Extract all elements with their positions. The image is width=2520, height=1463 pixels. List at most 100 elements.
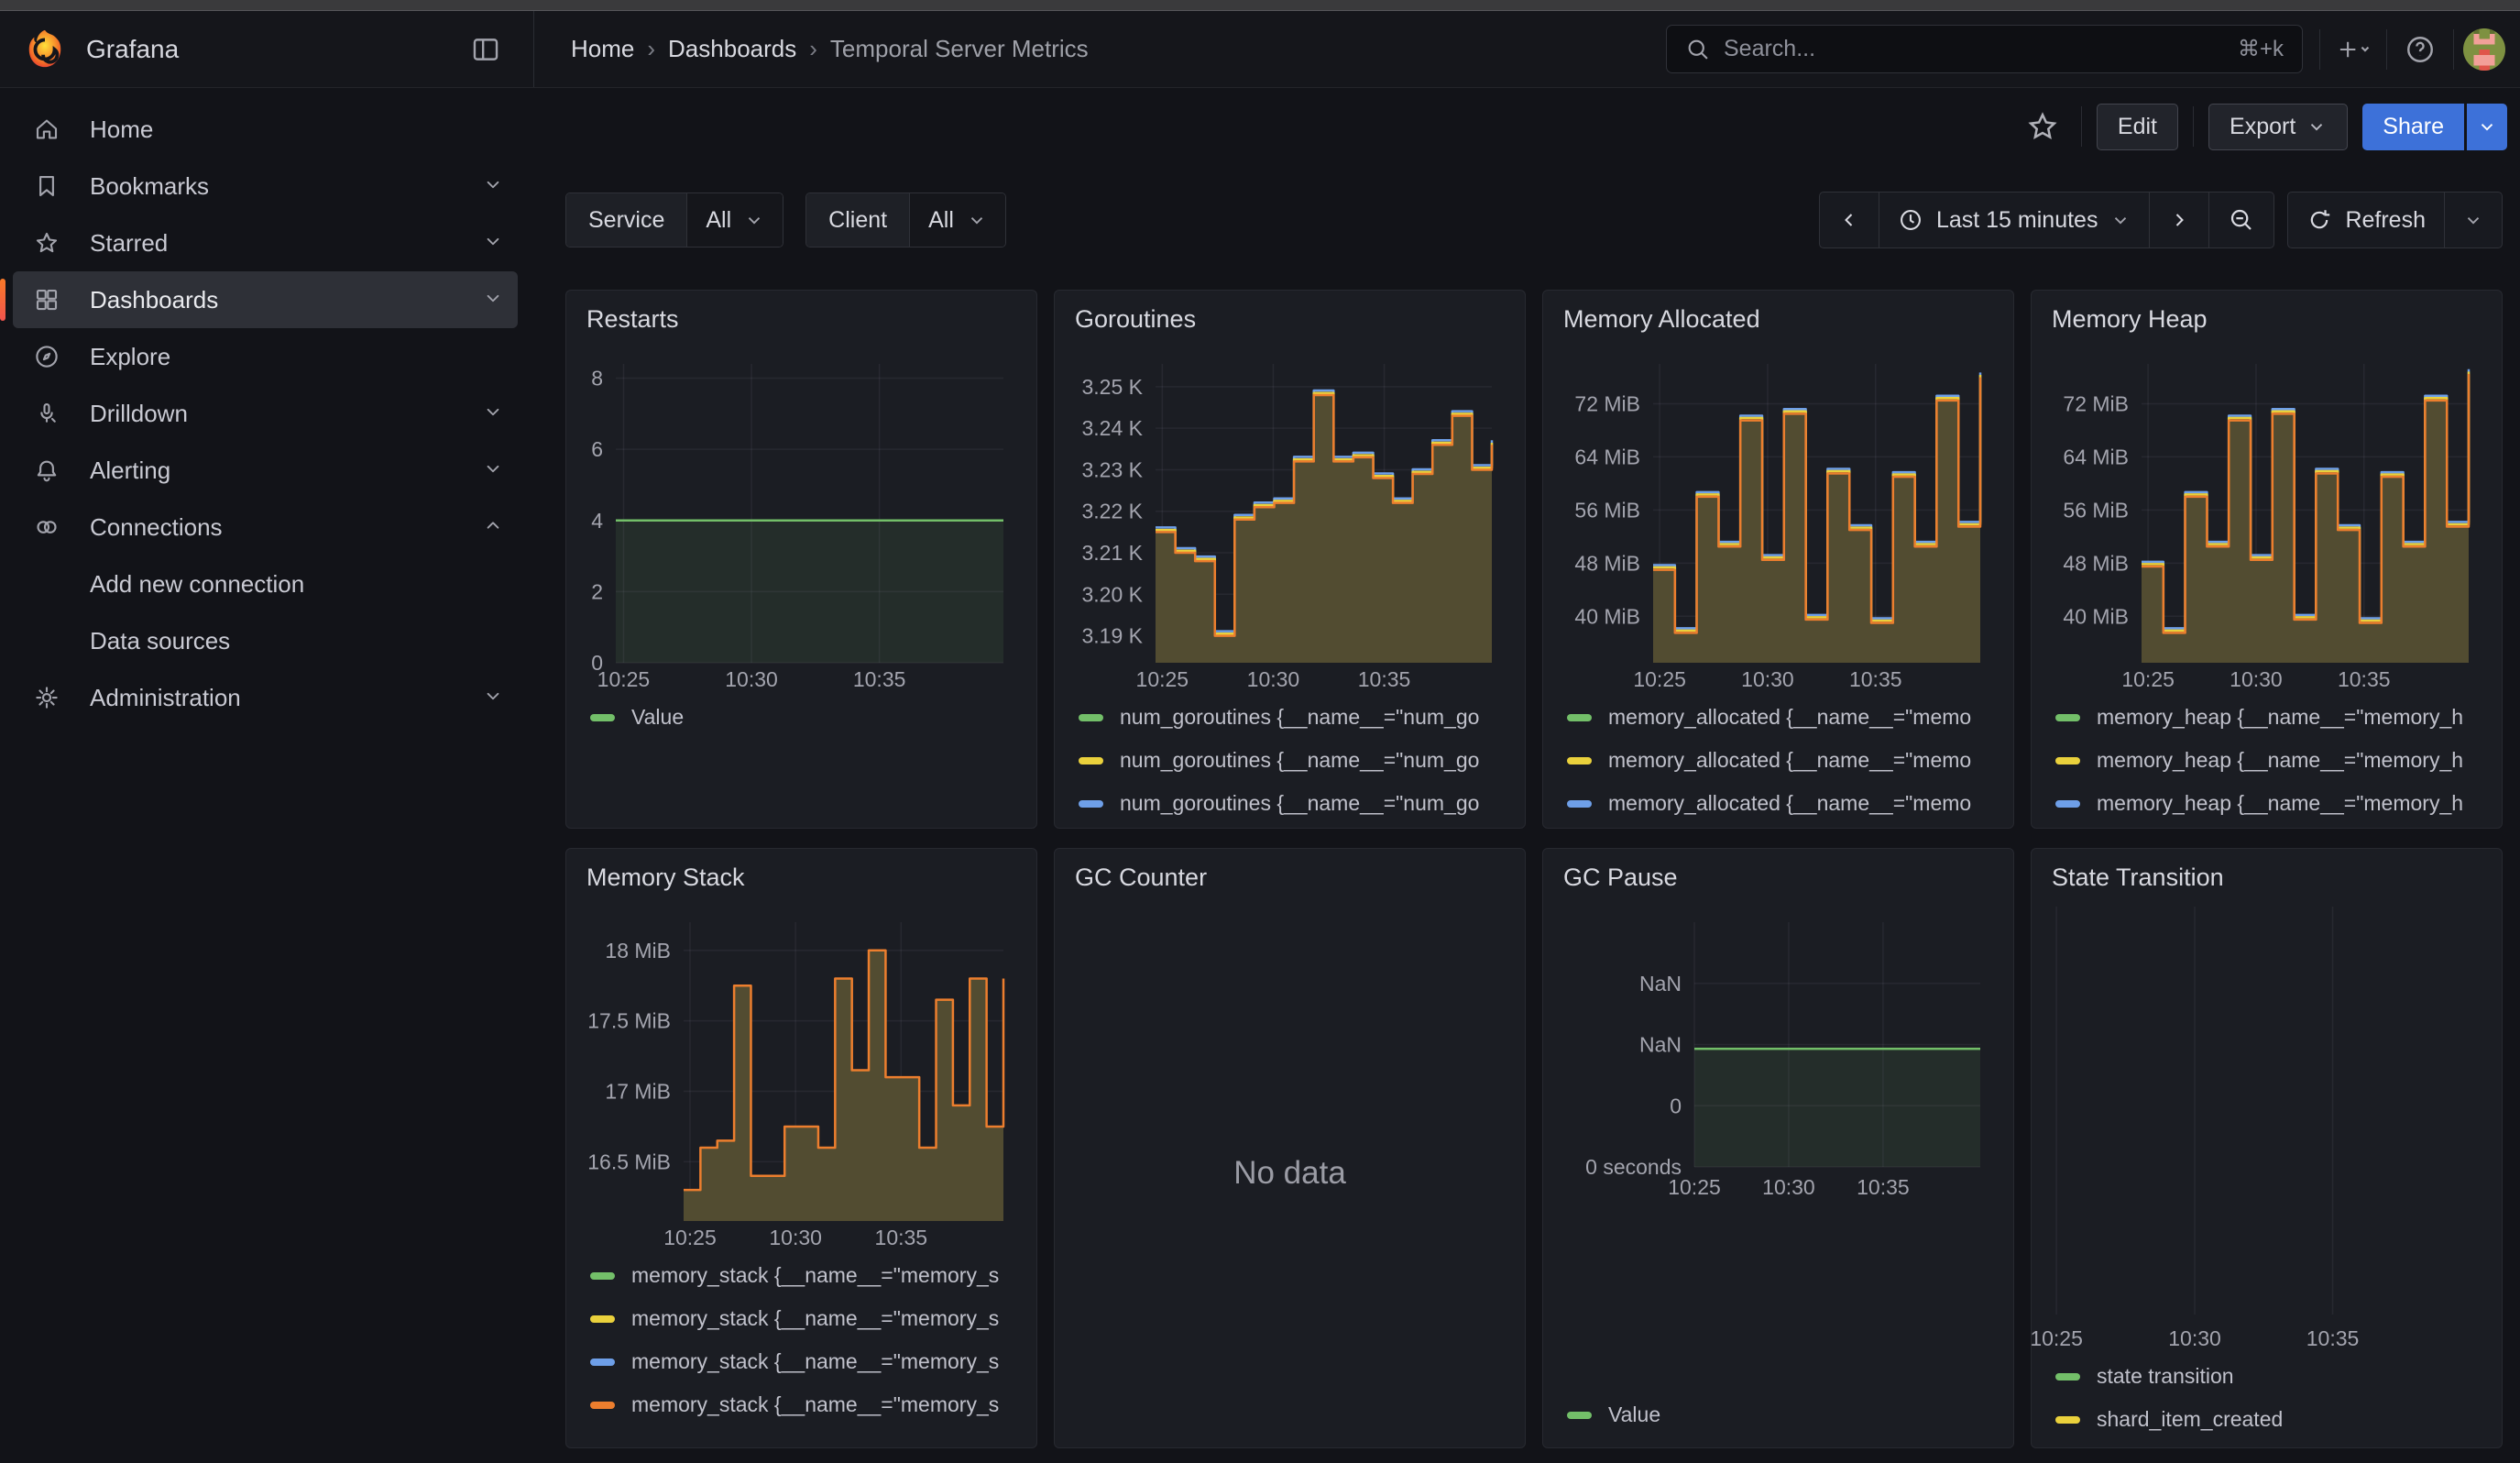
- legend-item[interactable]: memory_heap {__name__="memory_h: [2055, 696, 2491, 739]
- chevron-down-icon[interactable]: [481, 684, 505, 712]
- legend-item[interactable]: shard_item_created: [2055, 1398, 2491, 1441]
- legend-swatch-icon: [1079, 800, 1103, 808]
- chart-mem_alloc[interactable]: 72 MiB64 MiB56 MiB48 MiB40 MiB10:2510:30…: [1543, 341, 2013, 694]
- service-filter-value[interactable]: All: [687, 193, 783, 247]
- client-filter-value[interactable]: All: [910, 193, 1005, 247]
- sidebar-item-drilldown[interactable]: Drilldown: [13, 385, 518, 442]
- nav-left: Grafana: [0, 11, 534, 87]
- legend-item[interactable]: num_goroutines {__name__="num_go: [1079, 696, 1514, 739]
- sidebar-item-add-new-connection[interactable]: Add new connection: [13, 556, 518, 612]
- clock-icon: [1898, 207, 1923, 233]
- time-back-button[interactable]: [1819, 192, 1879, 248]
- breadcrumb-item[interactable]: Home: [571, 35, 634, 63]
- legend-item[interactable]: memory_allocated {__name__="memo: [1567, 825, 2002, 828]
- panel-title[interactable]: Memory Heap: [2032, 291, 2502, 341]
- panel-title[interactable]: Memory Allocated: [1543, 291, 2013, 341]
- legend-item[interactable]: num_goroutines {__name__="num_go: [1079, 739, 1514, 782]
- legend-item[interactable]: memory_heap {__name__="memory_h: [2055, 825, 2491, 828]
- sidebar-item-administration[interactable]: Administration: [13, 669, 518, 726]
- chart-mem_heap[interactable]: 72 MiB64 MiB56 MiB48 MiB40 MiB10:2510:30…: [2032, 341, 2502, 694]
- panel-title[interactable]: GC Counter: [1055, 849, 1525, 899]
- export-button[interactable]: Export: [2208, 104, 2348, 150]
- favorite-star-icon[interactable]: [2019, 103, 2066, 150]
- panel-title[interactable]: GC Pause: [1543, 849, 2013, 899]
- legend-item[interactable]: num_goroutines {__name__="num_go: [1079, 782, 1514, 825]
- svg-text:10:25: 10:25: [1633, 667, 1686, 691]
- chevron-down-icon[interactable]: [481, 400, 505, 428]
- legend-item[interactable]: memory_allocated {__name__="memo: [1567, 782, 2002, 825]
- sidebar-item-dashboards[interactable]: Dashboards: [13, 271, 518, 328]
- grafana-logo-icon[interactable]: [24, 28, 66, 71]
- chevron-up-icon[interactable]: [481, 513, 505, 542]
- chevron-down-icon[interactable]: [481, 286, 505, 314]
- share-menu-button[interactable]: [2467, 104, 2507, 150]
- sidebar-item-bookmarks[interactable]: Bookmarks: [13, 158, 518, 214]
- chart-gc_pause[interactable]: NaNNaN00 seconds10:2510:3010:35: [1543, 899, 2013, 1202]
- breadcrumb: Home›Dashboards›Temporal Server Metrics: [571, 35, 1089, 63]
- time-forward-button[interactable]: [2150, 192, 2209, 248]
- legend-item[interactable]: memory_allocated {__name__="memo: [1567, 696, 2002, 739]
- legend-item[interactable]: memory_stack {__name__="memory_s: [590, 1254, 1025, 1297]
- legend-label: Value: [1608, 1402, 1660, 1427]
- sidebar-toggle-icon[interactable]: [462, 26, 509, 73]
- chart-goroutines[interactable]: 3.25 K3.24 K3.23 K3.22 K3.21 K3.20 K3.19…: [1055, 341, 1525, 694]
- legend-label: num_goroutines {__name__="num_go: [1120, 705, 1479, 730]
- chevron-down-icon[interactable]: [481, 172, 505, 201]
- svg-text:10:25: 10:25: [2121, 667, 2175, 691]
- time-range-picker[interactable]: Last 15 minutes: [1879, 192, 2151, 248]
- legend-item[interactable]: memory_allocated {__name__="memo: [1567, 739, 2002, 782]
- edit-button[interactable]: Edit: [2097, 104, 2178, 150]
- chevron-down-icon[interactable]: [481, 456, 505, 485]
- sidebar-item-home[interactable]: Home: [13, 101, 518, 158]
- svg-text:10:30: 10:30: [725, 667, 778, 691]
- svg-text:10:25: 10:25: [2031, 1326, 2083, 1350]
- svg-text:10:30: 10:30: [1247, 667, 1300, 691]
- svg-text:10:35: 10:35: [875, 1226, 928, 1249]
- help-icon[interactable]: [2396, 26, 2444, 73]
- zoom-out-button[interactable]: [2209, 192, 2274, 248]
- breadcrumb-separator-icon: ›: [647, 35, 655, 63]
- legend-item[interactable]: Value: [590, 696, 1025, 739]
- legend-item[interactable]: num_goroutines {__name__="num_go: [1079, 825, 1514, 828]
- svg-text:4: 4: [591, 509, 603, 533]
- legend-item[interactable]: Value: [1567, 1393, 2002, 1436]
- home-icon: [33, 116, 64, 143]
- sidebar-item-explore[interactable]: Explore: [13, 328, 518, 385]
- chart-state[interactable]: 10:2510:3010:35: [2032, 899, 2502, 1353]
- legend-item[interactable]: state transition: [2055, 1355, 2491, 1398]
- share-button[interactable]: Share: [2362, 104, 2464, 150]
- breadcrumb-item[interactable]: Dashboards: [668, 35, 796, 63]
- add-new-icon[interactable]: [2329, 26, 2377, 73]
- panel-title[interactable]: Restarts: [566, 291, 1036, 341]
- search-box[interactable]: ⌘+k: [1666, 25, 2303, 73]
- legend-item[interactable]: memory_stack {__name__="memory_s: [590, 1383, 1025, 1426]
- chevron-down-icon: [2306, 116, 2327, 137]
- avatar[interactable]: [2463, 28, 2505, 71]
- dashboard-toolbar: Edit Export Share: [534, 88, 2520, 165]
- grafana-app: Grafana Home›Dashboards›Temporal Server …: [0, 0, 2520, 1463]
- sidebar-item-starred[interactable]: Starred: [13, 214, 518, 271]
- legend-swatch-icon: [2055, 1373, 2080, 1380]
- refresh-interval-button[interactable]: [2445, 192, 2503, 248]
- legend-label: memory_stack {__name__="memory_s: [631, 1263, 999, 1288]
- panel-title[interactable]: Goroutines: [1055, 291, 1525, 341]
- svg-text:3.21 K: 3.21 K: [1082, 541, 1144, 565]
- connections-icon: [33, 513, 64, 541]
- sidebar-item-alerting[interactable]: Alerting: [13, 442, 518, 499]
- panel-title[interactable]: Memory Stack: [566, 849, 1036, 899]
- legend-item[interactable]: memory_stack {__name__="memory_s: [590, 1340, 1025, 1383]
- content: Edit Export Share Serv: [534, 88, 2520, 1463]
- chart-mem_stack[interactable]: 18 MiB17.5 MiB17 MiB16.5 MiB10:2510:3010…: [566, 899, 1036, 1252]
- breadcrumb-separator-icon: ›: [809, 35, 817, 63]
- legend-item[interactable]: memory_stack {__name__="memory_s: [590, 1297, 1025, 1340]
- panel-title[interactable]: State Transition: [2032, 849, 2502, 899]
- chart-restarts[interactable]: 8642010:2510:3010:35: [566, 341, 1036, 694]
- sidebar-item-connections[interactable]: Connections: [13, 499, 518, 556]
- legend-item[interactable]: memory_heap {__name__="memory_h: [2055, 782, 2491, 825]
- search-icon: [1685, 37, 1711, 62]
- search-input[interactable]: [1724, 36, 2225, 62]
- refresh-button[interactable]: Refresh: [2287, 192, 2445, 248]
- legend-item[interactable]: memory_heap {__name__="memory_h: [2055, 739, 2491, 782]
- sidebar-item-data-sources[interactable]: Data sources: [13, 612, 518, 669]
- chevron-down-icon[interactable]: [481, 229, 505, 258]
